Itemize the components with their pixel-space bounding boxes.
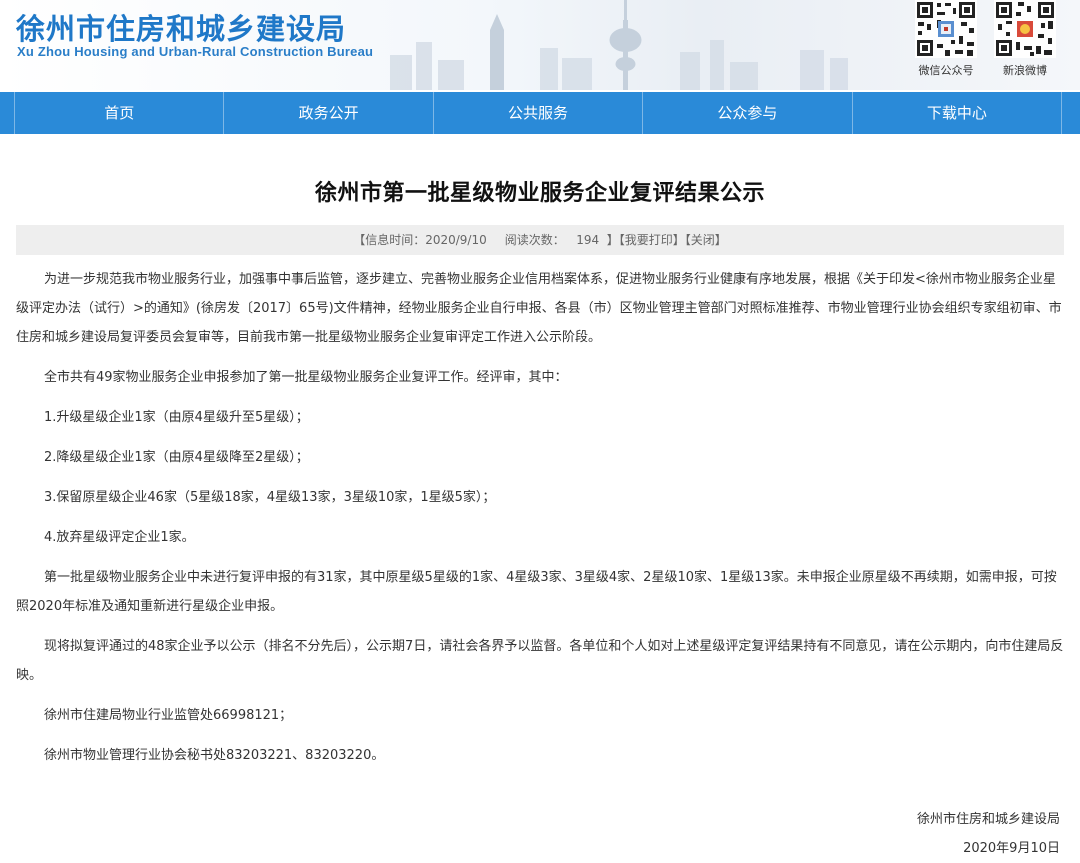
- city-skyline-banner: [390, 0, 848, 90]
- weibo-qr-code: [994, 0, 1056, 58]
- signature-date: 2020年9月10日: [963, 841, 1060, 856]
- article-title: 徐州市第一批星级物业服务企业复评结果公示: [314, 181, 765, 206]
- meta-time-label: 【信息时间：: [353, 233, 426, 247]
- paragraph-item-3: 3.保留原星级企业46家（5星级18家，4星级13家，3星级10家，1星级5家）…: [44, 490, 496, 505]
- meta-views-value: 194: [576, 233, 600, 247]
- article-meta-bar: 【信息时间：2020/9/10 阅读次数： 194 】【我要打印】【关闭】: [16, 225, 1064, 255]
- weibo-qr-block[interactable]: 新浪微博: [990, 0, 1060, 78]
- wechat-qr-code: [915, 0, 977, 58]
- article-signature: 徐州市住房和城乡建设局 2020年9月10日: [917, 805, 1060, 863]
- signature-org: 徐州市住房和城乡建设局: [916, 812, 1060, 827]
- nav-item-government-affairs[interactable]: 政务公开: [224, 92, 434, 134]
- meta-time-value: 2020/9/10: [425, 233, 487, 247]
- print-link[interactable]: 【我要打印】: [619, 233, 685, 247]
- article-body: 为进一步规范我市物业服务行业，加强事中事后监管，逐步建立、完善物业服务企业信用档…: [0, 265, 1080, 770]
- site-subtitle: Xu Zhou Housing and Urban-Rural Construc…: [17, 44, 374, 59]
- weibo-qr-label: 新浪微博: [1003, 64, 1047, 77]
- wechat-qr-label: 微信公众号: [918, 64, 974, 77]
- nav-item-public-participation[interactable]: 公众参与: [643, 92, 853, 134]
- meta-views-label: 阅读次数：: [504, 233, 565, 247]
- site-title: 徐州市住房和城乡建设局: [16, 12, 347, 46]
- nav-item-public-services[interactable]: 公共服务: [434, 92, 644, 134]
- paragraph-unreported: 第一批星级物业服务企业中未进行复评申报的有31家，其中原星级5星级的1家、4星级…: [16, 570, 1057, 614]
- nav-item-home[interactable]: 首页: [14, 92, 225, 134]
- close-link[interactable]: 【关闭】: [685, 233, 727, 247]
- site-header: 徐州市住房和城乡建设局 Xu Zhou Housing and Urban-Ru…: [0, 0, 1080, 90]
- paragraph-notice: 现将拟复评通过的48家企业予以公示（排名不分先后），公示期7日，请社会各界予以监…: [16, 639, 1064, 683]
- paragraph-contact-1: 徐州市住建局物业行业监管处66998121；: [44, 708, 293, 723]
- wechat-qr-block[interactable]: 微信公众号: [911, 0, 981, 78]
- paragraph-contact-2: 徐州市物业管理行业协会秘书处83203221、83203220。: [44, 748, 385, 763]
- paragraph-intro: 为进一步规范我市物业服务行业，加强事中事后监管，逐步建立、完善物业服务企业信用档…: [16, 272, 1062, 345]
- paragraph-item-4: 4.放弃星级评定企业1家。: [44, 530, 195, 545]
- meta-views-close: 】: [606, 233, 619, 247]
- paragraph-item-1: 1.升级星级企业1家（由原4星级升至5星级）；: [44, 410, 309, 425]
- paragraph-item-2: 2.降级星级企业1家（由原4星级降至2星级）；: [44, 450, 309, 465]
- paragraph-summary: 全市共有49家物业服务企业申报参加了第一批星级物业服务企业复评工作。经评审，其中…: [44, 370, 568, 385]
- main-nav: 首页 政务公开 公共服务 公众参与 下载中心: [0, 92, 1080, 134]
- nav-item-downloads[interactable]: 下载中心: [853, 92, 1063, 134]
